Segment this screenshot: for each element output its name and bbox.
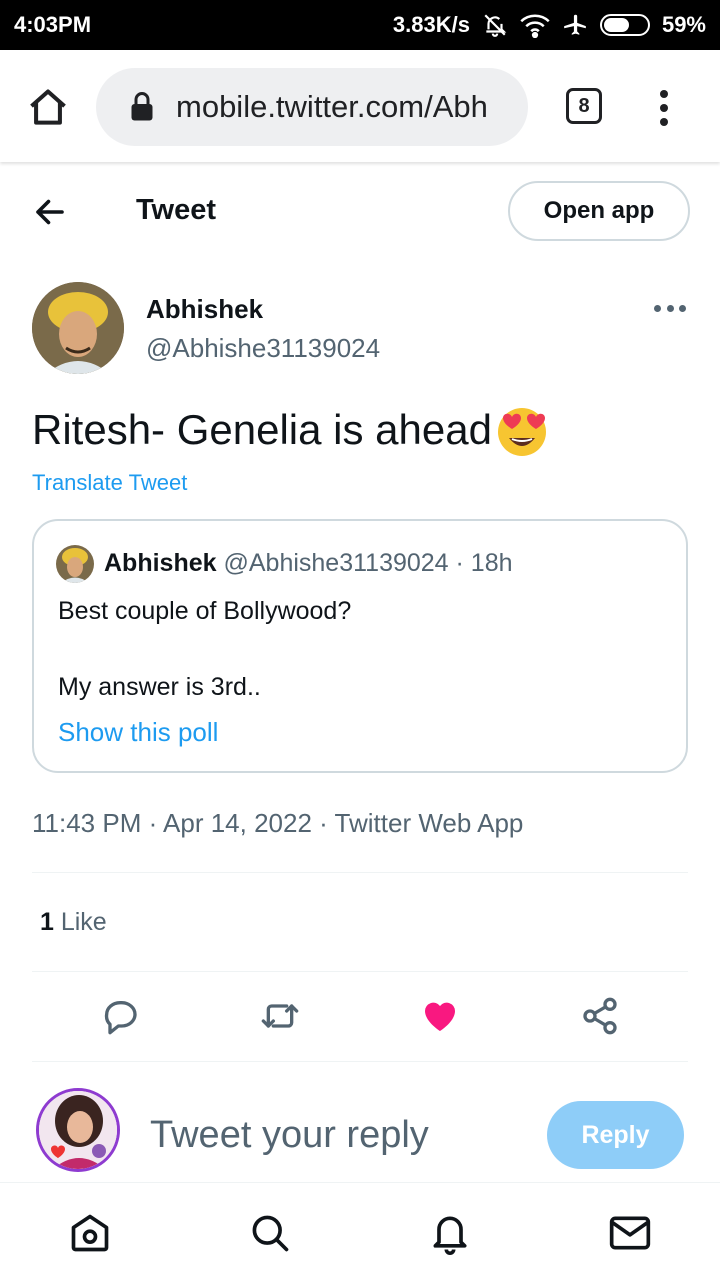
quote-author-handle: @Abhishe31139024 [223,549,449,577]
quote-meta: Abhishek @Abhishe31139024 · 18h [104,549,513,578]
open-app-button[interactable]: Open app [508,181,690,241]
browser-menu-icon[interactable] [650,86,678,130]
address-bar[interactable]: mobile.twitter.com/Abh [96,68,528,146]
bottom-navigation [0,1182,720,1280]
browser-toolbar: mobile.twitter.com/Abh 8 [0,50,720,162]
notifications-icon[interactable] [428,1211,472,1255]
retweet-icon[interactable] [260,996,300,1036]
wifi-icon [520,14,550,38]
quoted-tweet-card[interactable]: Abhishek @Abhishe31139024 · 18h Best cou… [32,519,688,773]
quote-author-avatar [56,545,94,583]
page-title: Tweet [136,194,217,226]
network-speed: 3.83K/s [392,12,470,37]
battery-percent: 59% [661,12,706,37]
author-name[interactable]: Abhishek [146,294,263,325]
translate-tweet-link[interactable]: Translate Tweet [32,470,187,496]
tweet-timestamp: 11:43 PM · Apr 14, 2022 · Twitter Web Ap… [32,808,524,838]
home-icon[interactable] [68,1211,112,1255]
airplane-icon [564,14,586,35]
like-heart-icon[interactable] [420,996,460,1036]
tab-switcher-button[interactable]: 8 [566,88,602,124]
back-arrow-icon[interactable] [32,194,68,230]
status-bar: 4:03PM 3.83K/s 59% [0,0,720,50]
tweet-page-header: Tweet Open app [0,166,720,256]
author-handle[interactable]: @Abhishe31139024 [146,333,380,364]
heart-eyes-emoji-icon [497,408,546,456]
lock-icon [131,92,153,121]
current-user-avatar[interactable] [36,1088,120,1172]
battery-icon [599,14,650,36]
quote-author-name: Abhishek [104,549,217,577]
divider [32,1061,688,1062]
tweet-text: Ritesh- Genelia is ahead [32,402,550,458]
reply-input[interactable]: Tweet your reply [150,1114,429,1157]
reply-button[interactable]: Reply [547,1101,684,1169]
quote-age: · 18h [448,549,513,577]
like-count-number: 1 [40,908,54,936]
reply-icon[interactable] [100,996,140,1036]
likes-count[interactable]: 1 Like [40,908,107,937]
quote-text-line2: My answer is 3rd.. [58,673,261,701]
like-count-label: Like [53,908,107,936]
tweet-text-content: Ritesh- Genelia is ahead [32,406,492,453]
more-options-icon[interactable] [654,302,686,314]
quote-text-line1: Best couple of Bollywood? [58,597,352,625]
url-text: mobile.twitter.com/Abh [176,89,488,124]
share-icon[interactable] [580,996,620,1036]
messages-icon[interactable] [608,1211,652,1255]
divider [32,971,688,972]
home-icon[interactable] [26,86,70,130]
bell-off-icon [484,14,507,37]
divider [32,872,688,873]
author-avatar[interactable] [32,282,124,374]
search-icon[interactable] [248,1211,292,1255]
show-poll-link[interactable]: Show this poll [58,717,218,748]
status-time: 4:03PM [14,12,92,37]
